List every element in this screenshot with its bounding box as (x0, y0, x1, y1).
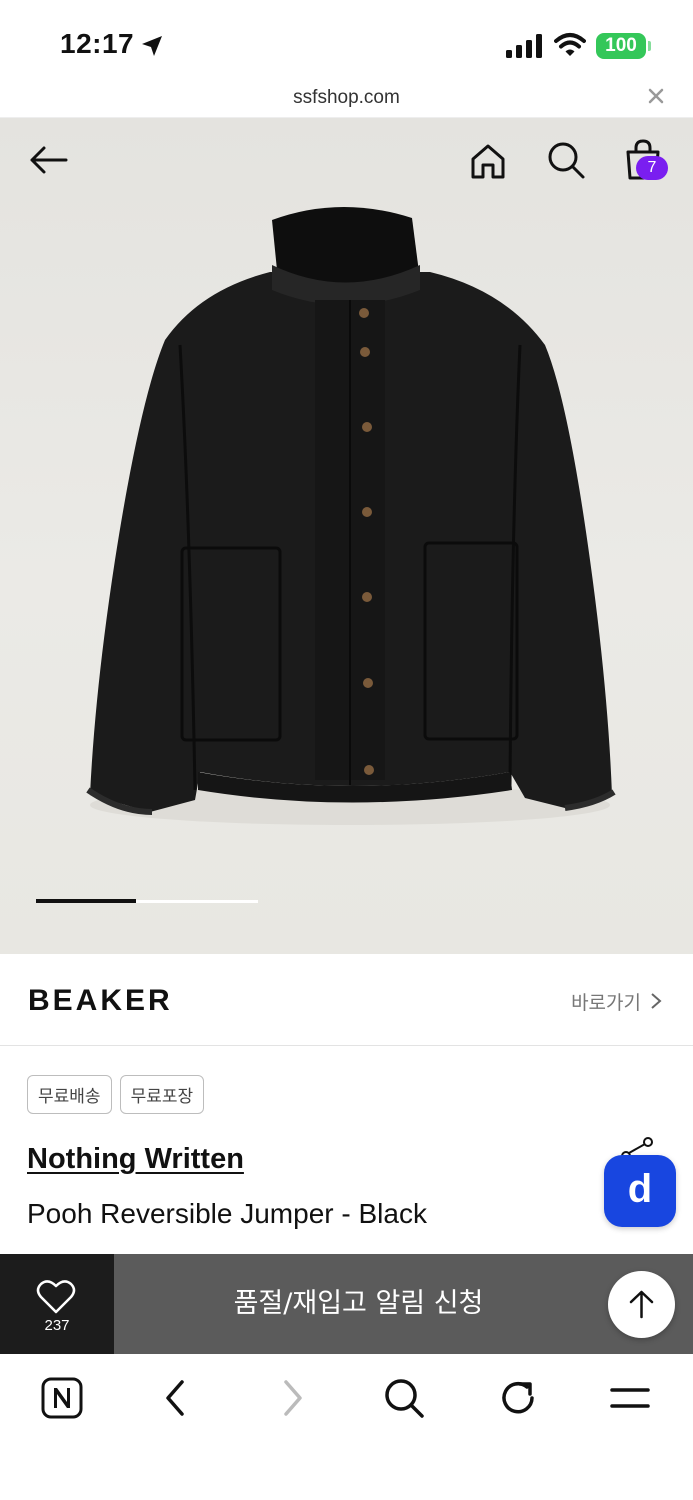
browser-toolbar (0, 1354, 693, 1500)
app-badge-letter: d (627, 1167, 653, 1211)
restock-alert-button[interactable]: 품절/재입고 알림 신청 (114, 1254, 693, 1354)
search-icon[interactable] (546, 140, 586, 180)
url-bar[interactable]: ssfshop.com (0, 82, 693, 118)
url-domain[interactable]: ssfshop.com (0, 87, 693, 109)
brand-shortcut-link[interactable]: 바로가기 (571, 988, 641, 1015)
home-icon[interactable] (469, 142, 507, 180)
app-badge-button[interactable]: d (604, 1155, 676, 1227)
back-arrow-icon[interactable] (28, 144, 68, 176)
refresh-icon[interactable] (496, 1376, 540, 1420)
jacket-photo (86, 206, 616, 825)
wifi-icon (554, 33, 586, 56)
tag-free-wrapping: 무료포장 (119, 1075, 205, 1114)
heart-icon (36, 1280, 76, 1314)
product-title: Pooh Reversible Jumper - Black (27, 1198, 427, 1229)
product-image[interactable]: 7 (0, 118, 693, 954)
battery-indicator: 100 (596, 33, 646, 59)
like-button[interactable]: 237 (0, 1254, 114, 1354)
status-time: 12:17 (60, 28, 135, 59)
benefit-tags: 무료배송 무료포장 (27, 1075, 205, 1114)
cart-count-badge[interactable]: 7 (636, 156, 668, 180)
menu-icon[interactable] (608, 1376, 652, 1420)
battery-nub (648, 41, 651, 51)
chevron-right-icon[interactable] (649, 992, 663, 1010)
search-icon[interactable] (382, 1376, 426, 1420)
restock-alert-label: 품절/재입고 알림 신청 (233, 1288, 484, 1319)
product-brand-link[interactable]: Nothing Written (27, 1143, 244, 1176)
tag-free-shipping: 무료배송 (27, 1075, 112, 1114)
status-bar: 12:17 100 (0, 0, 693, 82)
brand-logo: BEAKER (28, 984, 173, 1017)
arrow-up-icon (629, 1290, 654, 1319)
chevron-left-icon[interactable] (154, 1376, 198, 1420)
like-count: 237 (44, 1317, 70, 1334)
purchase-action-bar: 237 품절/재입고 알림 신청 (0, 1254, 693, 1354)
scroll-to-top-button[interactable] (608, 1271, 675, 1338)
location-arrow-icon (142, 36, 162, 56)
brand-row[interactable]: BEAKER 바로가기 (0, 954, 693, 1046)
carousel-progress (36, 899, 136, 903)
chevron-right-icon[interactable] (270, 1376, 314, 1420)
naver-icon[interactable] (40, 1376, 84, 1420)
close-icon[interactable] (647, 87, 665, 105)
cellular-signal-icon (506, 34, 542, 58)
